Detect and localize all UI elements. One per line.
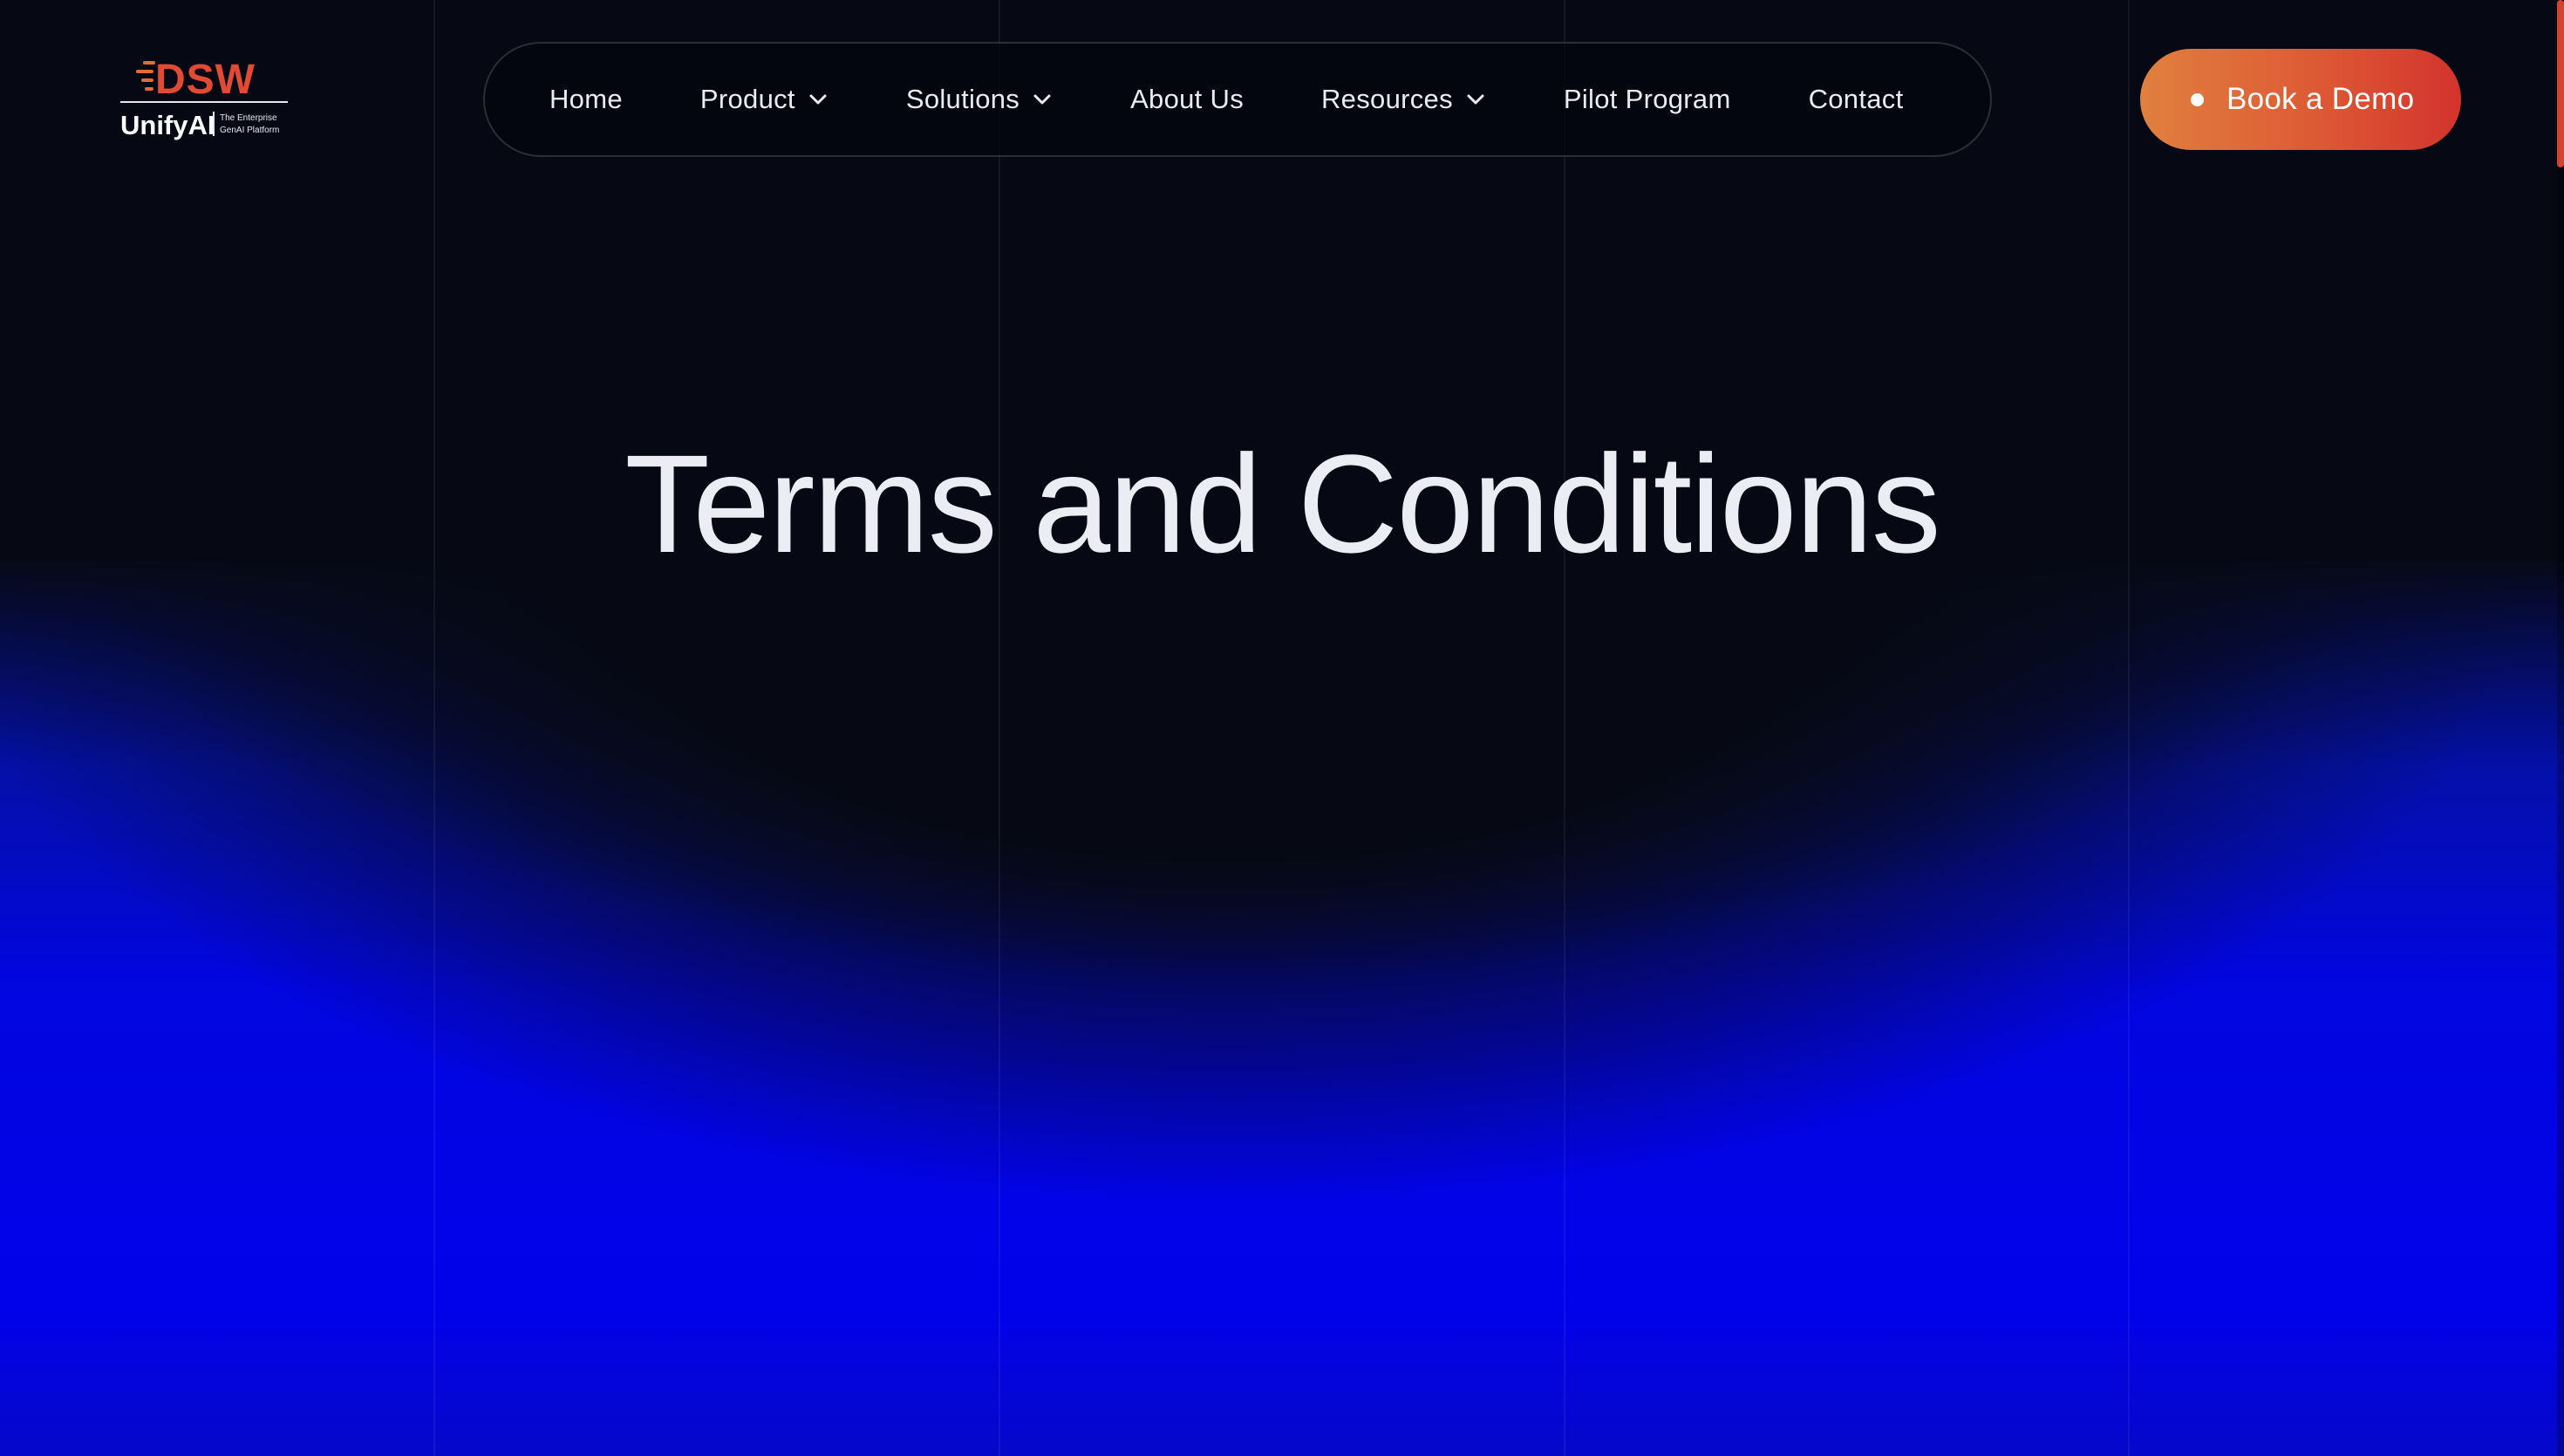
svg-text:GenAI Platform: GenAI Platform: [220, 126, 279, 135]
grid-line: [1564, 0, 1565, 1456]
nav-item-resources[interactable]: Resources: [1321, 84, 1486, 115]
grid-line: [2128, 0, 2130, 1456]
nav-item-label: Pilot Program: [1563, 84, 1731, 114]
chevron-down-icon: [1033, 94, 1051, 105]
grid-line: [999, 0, 1000, 1456]
nav-item-contact[interactable]: Contact: [1809, 84, 1904, 115]
page-title: Terms and Conditions: [624, 425, 1940, 582]
nav-item-pilot-program[interactable]: Pilot Program: [1564, 84, 1731, 115]
nav-item-label: About Us: [1130, 84, 1244, 114]
svg-text:UnifyAI: UnifyAI: [120, 110, 215, 140]
nav-item-product[interactable]: Product: [700, 84, 829, 115]
svg-text:The Enterprise: The Enterprise: [220, 113, 277, 123]
nav-item-label: Home: [549, 84, 623, 114]
nav-item-solutions[interactable]: Solutions: [906, 84, 1053, 115]
nav-item-home[interactable]: Home: [549, 84, 623, 115]
scrollbar[interactable]: [2557, 0, 2564, 1456]
nav-item-label: Contact: [1808, 84, 1904, 114]
scrollbar-thumb[interactable]: [2557, 0, 2564, 167]
nav-item-label: Resources: [1321, 84, 1453, 114]
grid-line: [433, 0, 435, 1456]
page: DSW UnifyAI The Enterprise GenAI Platfor…: [0, 0, 2564, 1456]
dot-icon: [2191, 92, 2204, 106]
nav-item-about-us[interactable]: About Us: [1130, 84, 1244, 115]
nav-item-label: Product: [699, 84, 795, 114]
chevron-down-icon: [809, 94, 827, 105]
svg-text:DSW: DSW: [155, 57, 256, 103]
book-demo-label: Book a Demo: [2226, 82, 2415, 116]
background-shade: [0, 0, 2564, 1456]
main-nav: Home Product Solutions About Us Resource…: [483, 42, 1992, 157]
nav-item-label: Solutions: [905, 84, 1020, 114]
logo-mark-icon: DSW UnifyAI The Enterprise GenAI Platfor…: [120, 57, 288, 140]
book-demo-button[interactable]: Book a Demo: [2140, 49, 2461, 150]
site-logo[interactable]: DSW UnifyAI The Enterprise GenAI Platfor…: [119, 54, 293, 141]
chevron-down-icon: [1467, 94, 1484, 105]
